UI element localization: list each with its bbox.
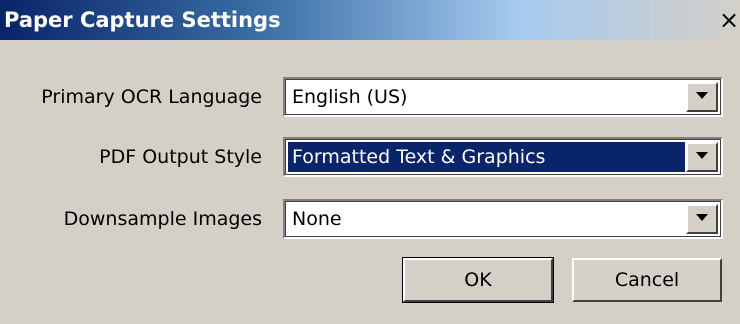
close-icon[interactable]: × (718, 6, 740, 34)
pdf-output-style-label: PDF Output Style (99, 146, 262, 168)
field-row-pdf-output-style: PDF Output Style Formatted Text & Graphi… (0, 137, 740, 177)
ocr-language-label: Primary OCR Language (41, 86, 262, 108)
title-bar[interactable]: Paper Capture Settings × (0, 0, 740, 40)
pdf-output-style-dropdown-button[interactable] (686, 142, 718, 172)
field-row-ocr-language: Primary OCR Language English (US) (0, 77, 740, 117)
chevron-down-icon (696, 152, 708, 159)
ok-button[interactable]: OK (402, 257, 554, 303)
field-row-downsample-images: Downsample Images None (0, 199, 740, 239)
chevron-down-icon (696, 92, 708, 99)
downsample-images-dropdown-button[interactable] (686, 204, 718, 234)
cancel-button[interactable]: Cancel (572, 258, 722, 302)
ocr-language-value: English (US) (292, 86, 408, 108)
paper-capture-settings-dialog: Paper Capture Settings × Primary OCR Lan… (0, 0, 740, 324)
pdf-output-style-value: Formatted Text & Graphics (288, 142, 685, 172)
chevron-down-icon (696, 214, 708, 221)
downsample-images-label: Downsample Images (63, 208, 262, 230)
ocr-language-select[interactable]: English (US) (283, 77, 723, 117)
ocr-language-dropdown-button[interactable] (686, 82, 718, 112)
downsample-images-value: None (292, 208, 342, 230)
window-title: Paper Capture Settings (4, 8, 281, 32)
downsample-images-select[interactable]: None (283, 199, 723, 239)
pdf-output-style-select[interactable]: Formatted Text & Graphics (283, 137, 723, 177)
